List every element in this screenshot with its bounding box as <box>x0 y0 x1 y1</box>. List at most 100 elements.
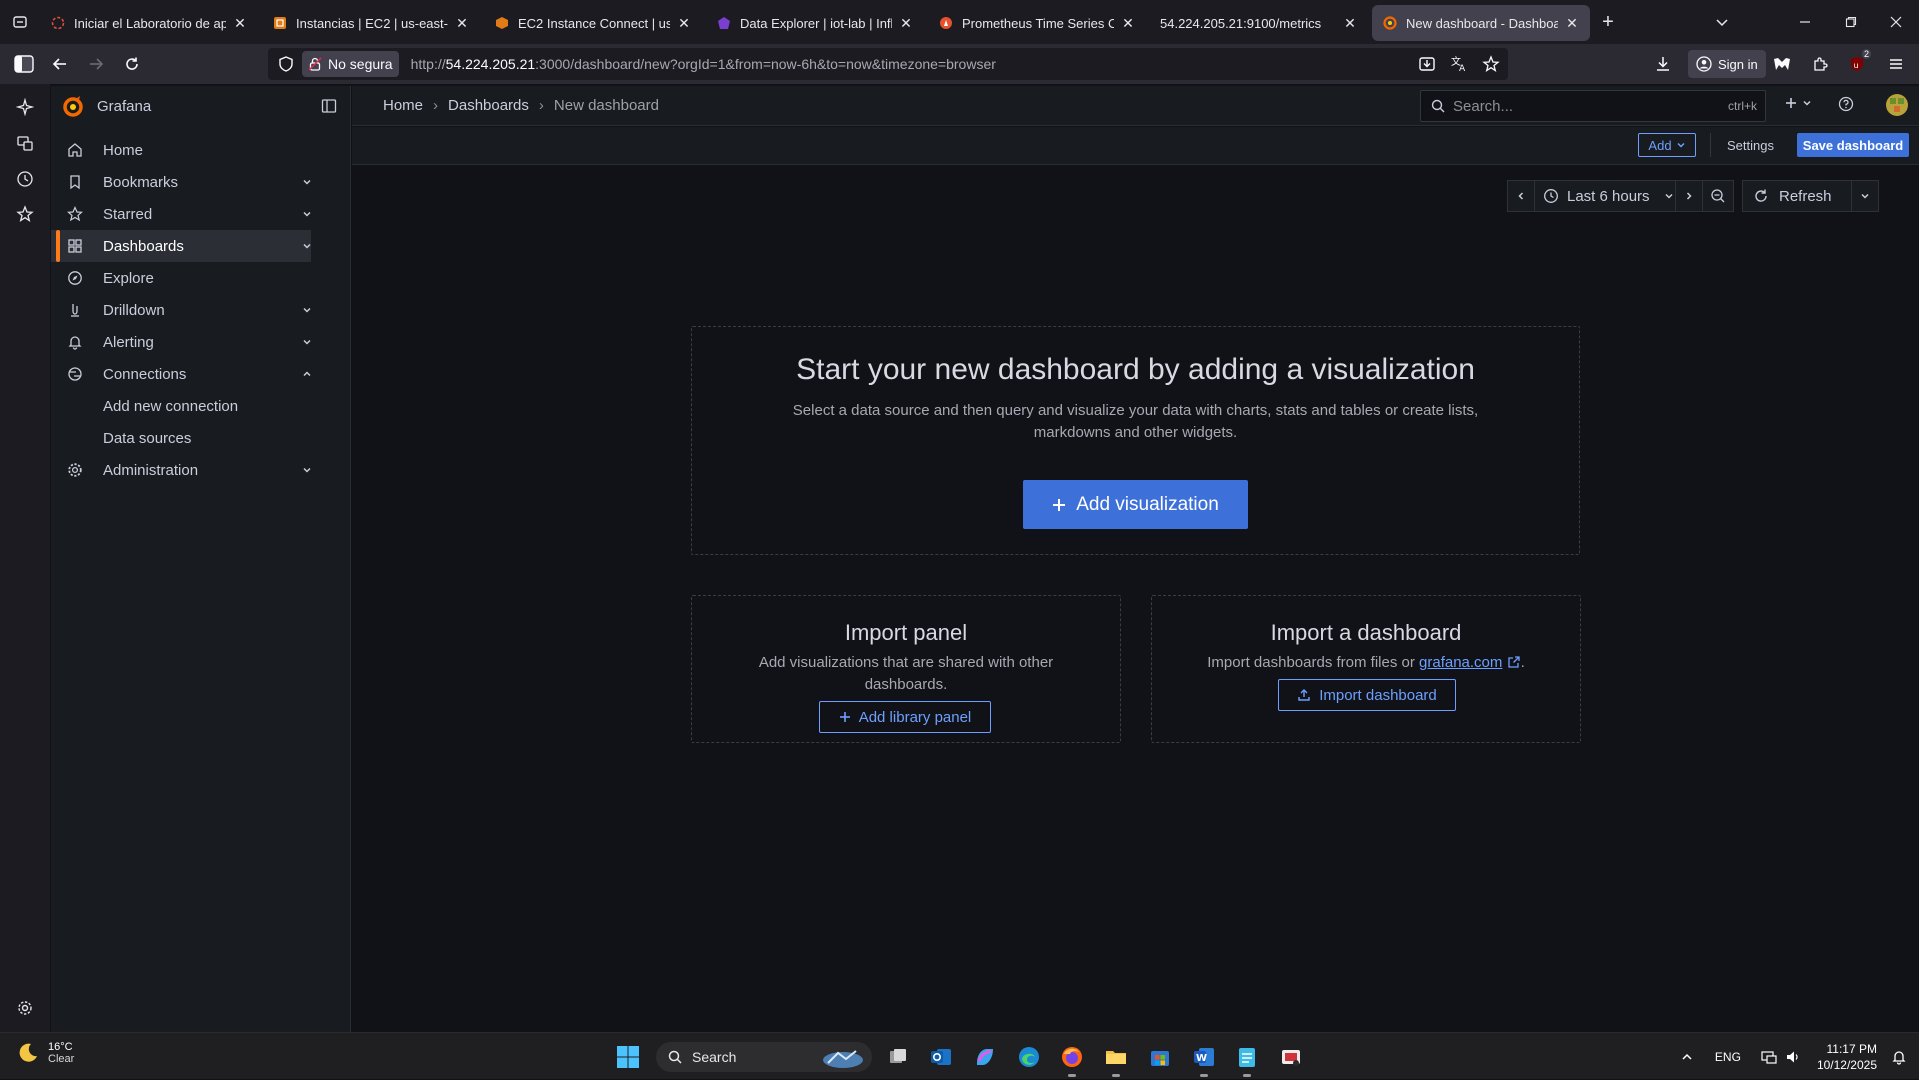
notepad-icon[interactable] <box>1231 1041 1263 1077</box>
snipping-tool-icon[interactable] <box>1275 1041 1307 1073</box>
reload-icon[interactable] <box>116 48 148 80</box>
volume-icon[interactable] <box>1785 1049 1801 1065</box>
url-text[interactable]: http://54.224.205.21:3000/dashboard/new?… <box>411 56 996 72</box>
downloads-icon[interactable] <box>1647 48 1679 80</box>
extensions-puzzle-icon[interactable] <box>1804 48 1836 80</box>
bookmark-star-icon[interactable] <box>1482 55 1500 73</box>
help-icon[interactable] <box>1838 96 1854 112</box>
add-library-panel-button[interactable]: Add library panel <box>819 701 991 733</box>
url-bar[interactable]: No segura http://54.224.205.21:3000/dash… <box>268 48 1508 80</box>
sidebar-toggle-icon[interactable] <box>8 48 40 80</box>
settings-button[interactable]: Settings <box>1710 133 1782 157</box>
back-icon[interactable] <box>44 48 76 80</box>
close-window-icon[interactable] <box>1874 0 1918 44</box>
show-hidden-icons-chevron-icon[interactable] <box>1681 1051 1693 1063</box>
close-tab-icon[interactable]: ✕ <box>1120 15 1136 31</box>
extension-mask-icon[interactable] <box>1766 48 1798 80</box>
chevron-up-icon[interactable] <box>299 366 315 382</box>
import-dashboard-button[interactable]: Import dashboard <box>1278 679 1456 711</box>
grafana-com-link[interactable]: grafana.com <box>1419 654 1502 671</box>
close-tab-icon[interactable]: ✕ <box>898 15 914 31</box>
new-menu-button[interactable] <box>1784 96 1812 110</box>
chevron-down-icon[interactable] <box>299 462 315 478</box>
shield-icon[interactable] <box>278 56 294 72</box>
network-icon[interactable] <box>1761 1049 1777 1065</box>
breadcrumb-dashboards[interactable]: Dashboards <box>448 97 529 114</box>
extension-ublock-icon[interactable]: u 2 <box>1841 48 1873 80</box>
add-button[interactable]: Add <box>1638 133 1696 157</box>
svg-text:A: A <box>1459 64 1466 73</box>
copilot-icon[interactable] <box>969 1041 1001 1073</box>
word-icon[interactable]: W <box>1188 1041 1220 1077</box>
windows-start-icon[interactable] <box>612 1041 644 1073</box>
notification-bell-icon[interactable] <box>1891 1049 1907 1065</box>
chevron-down-icon[interactable] <box>299 334 315 350</box>
close-tab-icon[interactable]: ✕ <box>1342 15 1358 31</box>
nav-subitem-data-sources[interactable]: Data sources <box>51 422 311 454</box>
nav-item-dashboards[interactable]: Dashboards <box>51 230 311 262</box>
bookmarks-icon[interactable] <box>12 201 38 227</box>
browser-tab-active[interactable]: New dashboard - Dashboards - ✕ <box>1372 5 1590 41</box>
forward-icon[interactable] <box>80 48 112 80</box>
nav-item-administration[interactable]: Administration <box>51 454 311 486</box>
language-indicator[interactable]: ENG <box>1715 1050 1741 1064</box>
outlook-icon[interactable] <box>925 1041 957 1073</box>
ai-chatbot-icon[interactable] <box>12 94 38 120</box>
history-icon[interactable] <box>12 166 38 192</box>
external-link-icon[interactable] <box>1507 655 1521 669</box>
chevron-down-icon[interactable] <box>299 302 315 318</box>
zoom-out-button[interactable] <box>1702 180 1734 212</box>
synced-tabs-icon[interactable] <box>12 130 38 156</box>
chevron-down-icon[interactable] <box>299 206 315 222</box>
save-dashboard-button[interactable]: Save dashboard <box>1797 133 1909 157</box>
edge-icon[interactable] <box>1013 1041 1045 1073</box>
browser-tab[interactable]: Instancias | EC2 | us-east-1 ✕ <box>262 5 480 41</box>
list-tabs-chevron-icon[interactable] <box>1700 0 1744 44</box>
clock[interactable]: 11:17 PM 10/12/2025 <box>1817 1041 1877 1073</box>
close-tab-icon[interactable]: ✕ <box>1564 15 1580 31</box>
browser-tab[interactable]: Data Explorer | iot-lab | InfluxDB ✕ <box>706 5 924 41</box>
add-visualization-button[interactable]: Add visualization <box>1023 480 1248 529</box>
restore-icon[interactable] <box>1829 0 1873 44</box>
chevron-down-icon[interactable] <box>299 174 315 190</box>
firefox-icon[interactable] <box>1056 1041 1088 1077</box>
browser-tab[interactable]: 54.224.205.21:9100/metrics ✕ <box>1150 5 1368 41</box>
search-input[interactable]: Search... ctrl+k <box>1420 90 1766 122</box>
browser-tab[interactable]: Iniciar el Laboratorio de aprend ✕ <box>40 5 258 41</box>
security-indicator[interactable]: No segura <box>302 51 399 77</box>
microsoft-store-icon[interactable] <box>1144 1041 1176 1073</box>
nav-item-bookmarks[interactable]: Bookmarks <box>51 166 311 198</box>
nav-subitem-add-new-connection[interactable]: Add new connection <box>51 390 311 422</box>
task-view-icon[interactable] <box>882 1041 914 1073</box>
app-menu-icon[interactable] <box>1880 48 1912 80</box>
close-tab-icon[interactable]: ✕ <box>676 15 692 31</box>
nav-item-explore[interactable]: Explore <box>51 262 311 294</box>
sign-in-button[interactable]: Sign in <box>1688 50 1766 78</box>
time-back-button[interactable] <box>1507 180 1535 212</box>
weather-widget[interactable]: 16°C Clear <box>16 1041 74 1065</box>
new-tab-button[interactable]: + <box>1590 4 1626 40</box>
nav-item-alerting[interactable]: Alerting <box>51 326 311 358</box>
nav-item-home[interactable]: Home <box>51 134 311 166</box>
file-explorer-icon[interactable] <box>1100 1041 1132 1077</box>
list-all-tabs-icon[interactable] <box>0 0 40 44</box>
time-range-picker[interactable]: Last 6 hours <box>1534 180 1676 212</box>
breadcrumb-home[interactable]: Home <box>383 97 423 114</box>
refresh-interval-button[interactable] <box>1851 180 1879 212</box>
nav-item-connections[interactable]: Connections <box>51 358 311 390</box>
browser-tab[interactable]: EC2 Instance Connect | us-east- ✕ <box>484 5 702 41</box>
customize-sidebar-gear-icon[interactable] <box>12 995 38 1021</box>
taskbar-search[interactable]: Search <box>656 1042 872 1072</box>
minimize-icon[interactable] <box>1783 0 1827 44</box>
close-tab-icon[interactable]: ✕ <box>232 15 248 31</box>
browser-tab[interactable]: Prometheus Time Series Collect ✕ <box>928 5 1146 41</box>
nav-item-starred[interactable]: Starred <box>51 198 311 230</box>
time-forward-button[interactable] <box>1675 180 1703 212</box>
refresh-button[interactable]: Refresh <box>1742 180 1852 212</box>
translate-icon[interactable]: 文A <box>1450 55 1468 73</box>
close-tab-icon[interactable]: ✕ <box>454 15 470 31</box>
install-app-icon[interactable] <box>1418 55 1436 73</box>
chevron-down-icon[interactable] <box>299 238 315 254</box>
nav-item-drilldown[interactable]: Drilldown <box>51 294 311 326</box>
user-avatar[interactable] <box>1885 93 1909 117</box>
